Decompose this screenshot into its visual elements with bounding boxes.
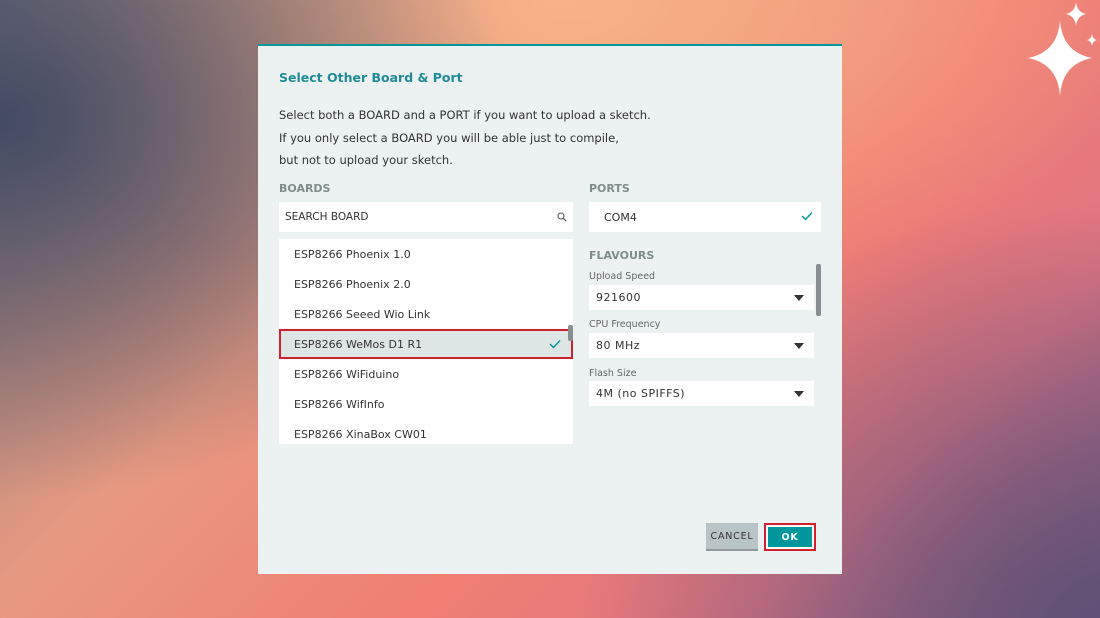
flavours-scrollbar[interactable] [816, 264, 821, 316]
flash-size-label: Flash Size [589, 368, 637, 379]
description-line: If you only select a BOARD you will be a… [279, 130, 619, 145]
sparkle-decoration-icon [1028, 2, 1097, 96]
cpu-frequency-label: CPU Frequency [589, 319, 661, 330]
board-list-item[interactable]: ESP8266 WifInfo [279, 389, 573, 419]
board-item-label: ESP8266 WifInfo [294, 397, 385, 411]
ports-label: PORTS [589, 182, 630, 195]
board-item-label: ESP8266 XinaBox CW01 [294, 427, 427, 441]
search-board-input[interactable] [285, 211, 557, 223]
board-item-label: ESP8266 Phoenix 1.0 [294, 247, 411, 261]
cpu-frequency-select[interactable]: 80 MHz [589, 333, 814, 358]
board-item-label: ESP8266 WiFiduino [294, 367, 400, 381]
upload-speed-value: 921600 [596, 291, 641, 304]
board-item-label: ESP8266 WeMos D1 R1 [294, 337, 423, 351]
flash-size-select[interactable]: 4M (no SPIFFS) [589, 381, 814, 406]
board-list-scrollbar[interactable] [568, 325, 573, 341]
search-board-box[interactable] [279, 202, 573, 232]
upload-speed-label: Upload Speed [589, 271, 656, 282]
flash-size-value: 4M (no SPIFFS) [596, 387, 686, 400]
port-item-label: COM4 [604, 210, 637, 224]
dialog-description: Select both a BOARD and a PORT if you wa… [279, 104, 651, 172]
board-list-item[interactable]: ESP8266 Phoenix 2.0 [279, 269, 573, 299]
chevron-down-icon[interactable] [794, 343, 804, 349]
description-line: Select both a BOARD and a PORT if you wa… [279, 108, 651, 122]
board-list-item[interactable]: ESP8266 Phoenix 1.0 [279, 239, 573, 269]
chevron-down-icon[interactable] [794, 391, 804, 397]
cpu-frequency-value: 80 MHz [596, 339, 641, 352]
board-list-item[interactable]: ESP8266 XinaBox CW01 [279, 419, 573, 444]
board-list-item[interactable]: ESP8266 WiFiduino [279, 359, 573, 389]
dialog-title: Select Other Board & Port [279, 70, 463, 85]
chevron-down-icon[interactable] [794, 295, 804, 301]
description-line: but not to upload your sketch. [279, 153, 453, 167]
port-item-selected[interactable]: COM4 [589, 202, 821, 232]
board-list-item-selected[interactable]: ESP8266 WeMos D1 R1 [279, 329, 573, 359]
ok-button[interactable]: OK [764, 523, 816, 551]
board-list[interactable]: ESP8266 Phoenix 1.0 ESP8266 Phoenix 2.0 … [279, 239, 573, 444]
board-item-label: ESP8266 Seeed Wio Link [294, 307, 431, 321]
board-list-item[interactable]: ESP8266 Seeed Wio Link [279, 299, 573, 329]
cancel-button[interactable]: CANCEL [706, 523, 758, 551]
upload-speed-select[interactable]: 921600 [589, 285, 814, 310]
boards-label: BOARDS [279, 182, 331, 195]
checkmark-icon [801, 212, 813, 221]
flavours-label: FLAVOURS [589, 249, 655, 262]
checkmark-icon [549, 340, 561, 349]
search-icon[interactable] [557, 212, 567, 222]
board-item-label: ESP8266 Phoenix 2.0 [294, 277, 411, 291]
select-board-port-dialog: Select Other Board & Port Select both a … [258, 44, 842, 574]
